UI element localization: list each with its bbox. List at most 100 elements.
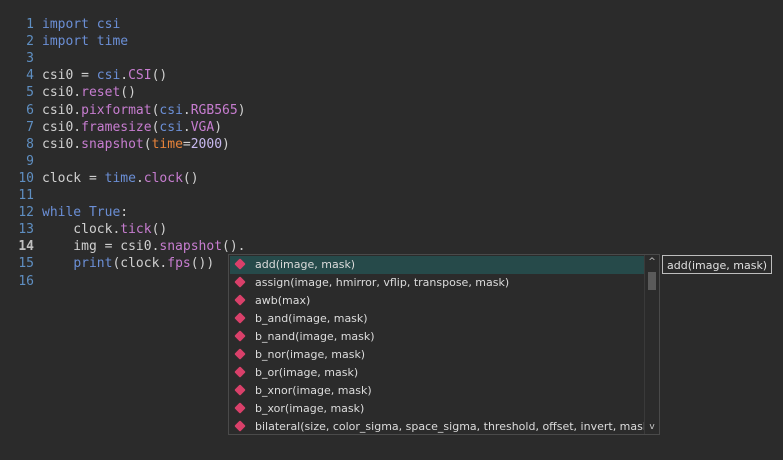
code-token: csi bbox=[96, 17, 121, 32]
code-text[interactable]: csi0.reset() bbox=[42, 84, 136, 101]
code-text[interactable]: img = csi0.snapshot(). bbox=[42, 238, 246, 255]
code-text[interactable]: csi0 = csi.CSI() bbox=[42, 67, 167, 84]
scroll-down-icon[interactable]: v bbox=[645, 420, 659, 434]
code-token: . bbox=[135, 170, 144, 186]
code-text[interactable]: print(clock.fps()) bbox=[42, 255, 214, 272]
code-token: True bbox=[88, 205, 121, 221]
code-token: pixformat bbox=[81, 102, 152, 118]
code-token: csi bbox=[96, 68, 121, 84]
code-token: clock. bbox=[42, 222, 121, 238]
code-line[interactable]: 9 bbox=[0, 153, 783, 170]
line-number: 4 bbox=[26, 68, 34, 84]
code-token: clock = bbox=[42, 170, 105, 186]
code-line[interactable]: 2 import time bbox=[0, 33, 783, 50]
code-text[interactable]: clock.tick() bbox=[42, 221, 167, 238]
line-number: 7 bbox=[26, 119, 34, 135]
method-icon bbox=[234, 294, 246, 306]
line-number: 15 bbox=[18, 256, 34, 272]
code-token: img = csi0. bbox=[42, 239, 160, 255]
method-icon bbox=[234, 402, 246, 414]
code-token: () bbox=[151, 68, 168, 84]
method-icon bbox=[234, 276, 246, 288]
method-icon bbox=[234, 312, 246, 324]
code-text[interactable]: while True: bbox=[42, 204, 128, 221]
scroll-up-icon[interactable]: ^ bbox=[645, 255, 659, 269]
code-token: CSI bbox=[128, 68, 152, 84]
autocomplete-scrollbar[interactable]: ^ v bbox=[644, 255, 659, 434]
autocomplete-item-label: b_nand(image, mask) bbox=[255, 330, 375, 343]
code-token: . bbox=[182, 102, 191, 118]
autocomplete-item-label: b_nor(image, mask) bbox=[255, 348, 366, 361]
autocomplete-item[interactable]: b_or(image, mask) bbox=[230, 364, 646, 382]
method-icon bbox=[234, 330, 246, 342]
line-number: 8 bbox=[26, 136, 34, 152]
autocomplete-item[interactable]: bilateral(size, color_sigma, space_sigma… bbox=[230, 418, 646, 436]
autocomplete-item-label: assign(image, hmirror, vflip, transpose,… bbox=[255, 276, 510, 289]
code-token: time bbox=[104, 170, 136, 186]
signature-tooltip: add(image, mask) bbox=[662, 255, 773, 274]
code-token: () bbox=[182, 170, 199, 186]
autocomplete-item-label: awb(max) bbox=[255, 294, 311, 307]
code-token: fps bbox=[167, 256, 191, 272]
code-token: snapshot bbox=[81, 136, 144, 152]
line-number: 16 bbox=[18, 273, 34, 289]
code-text[interactable]: clock = time.clock() bbox=[42, 170, 199, 187]
code-line[interactable]: 8 csi0.snapshot(time=2000) bbox=[0, 136, 783, 153]
code-line[interactable]: 14 img = csi0.snapshot(). bbox=[0, 238, 783, 255]
code-token: RGB565 bbox=[190, 102, 238, 118]
line-number: 13 bbox=[18, 222, 34, 238]
code-token: tick bbox=[120, 222, 152, 238]
scrollbar-thumb[interactable] bbox=[648, 272, 656, 290]
line-number: 6 bbox=[26, 102, 34, 118]
method-icon bbox=[234, 420, 246, 432]
autocomplete-item[interactable]: add(image, mask) bbox=[230, 256, 646, 274]
code-token: csi0. bbox=[42, 119, 82, 135]
code-token: (clock. bbox=[112, 256, 168, 272]
line-number: 14 bbox=[18, 239, 34, 255]
code-line[interactable]: 7 csi0.framesize(csi.VGA) bbox=[0, 119, 783, 136]
code-line[interactable]: 11 bbox=[0, 187, 783, 204]
line-number: 12 bbox=[18, 205, 34, 221]
autocomplete-item[interactable]: b_nor(image, mask) bbox=[230, 346, 646, 364]
code-line[interactable]: 5 csi0.reset() bbox=[0, 84, 783, 101]
autocomplete-item[interactable]: assign(image, hmirror, vflip, transpose,… bbox=[230, 274, 646, 292]
autocomplete-item[interactable]: awb(max) bbox=[230, 292, 646, 310]
code-line[interactable]: 4 csi0 = csi.CSI() bbox=[0, 67, 783, 84]
code-token: . bbox=[120, 68, 129, 84]
code-line[interactable]: 1 import csi bbox=[0, 16, 783, 33]
autocomplete-item[interactable]: b_and(image, mask) bbox=[230, 310, 646, 328]
code-token: csi bbox=[159, 102, 183, 118]
code-line[interactable]: 6 csi0.pixformat(csi.RGB565) bbox=[0, 102, 783, 119]
autocomplete-popup[interactable]: add(image, mask) assign(image, hmirror, v… bbox=[228, 254, 660, 435]
method-icon bbox=[234, 258, 246, 270]
autocomplete-item[interactable]: b_xor(image, mask) bbox=[230, 400, 646, 418]
code-line[interactable]: 10 clock = time.clock() bbox=[0, 170, 783, 187]
code-token: clock bbox=[143, 170, 183, 186]
code-token: (). bbox=[222, 239, 246, 255]
code-token: ( bbox=[143, 136, 152, 152]
code-token: ()) bbox=[190, 256, 215, 272]
code-token: 2000 bbox=[190, 136, 223, 152]
code-text[interactable]: import csi bbox=[42, 16, 120, 33]
code-token: snapshot bbox=[159, 239, 223, 255]
autocomplete-item[interactable]: b_xnor(image, mask) bbox=[230, 382, 646, 400]
code-text[interactable]: csi0.framesize(csi.VGA) bbox=[42, 119, 222, 136]
code-line[interactable]: 12 while True: bbox=[0, 204, 783, 221]
code-line[interactable]: 3 bbox=[0, 50, 783, 67]
code-text[interactable]: import time bbox=[42, 33, 128, 50]
code-text[interactable]: csi0.pixformat(csi.RGB565) bbox=[42, 102, 246, 119]
line-number: 9 bbox=[26, 153, 34, 169]
code-token: ) bbox=[237, 102, 246, 118]
code-token: time bbox=[96, 34, 129, 50]
autocomplete-item[interactable]: b_nand(image, mask) bbox=[230, 328, 646, 346]
autocomplete-item-label: b_and(image, mask) bbox=[255, 312, 368, 325]
code-token: framesize bbox=[81, 119, 152, 135]
autocomplete-item-label: bilateral(size, color_sigma, space_sigma… bbox=[255, 420, 646, 433]
code-line[interactable]: 13 clock.tick() bbox=[0, 221, 783, 238]
code-text[interactable]: csi0.snapshot(time=2000) bbox=[42, 136, 230, 153]
code-token: import bbox=[42, 17, 89, 32]
autocomplete-item-label: b_xor(image, mask) bbox=[255, 402, 365, 415]
